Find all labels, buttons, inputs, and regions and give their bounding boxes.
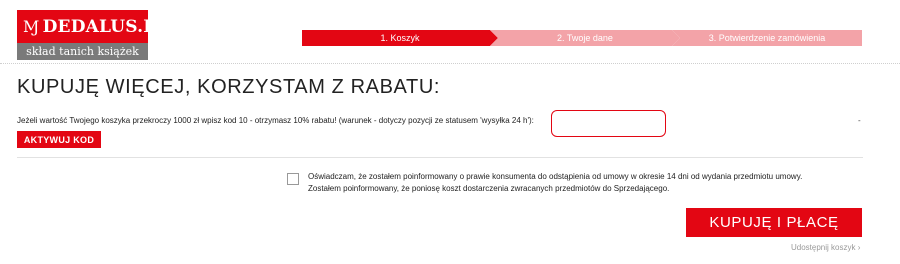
logo-brand-bar: Ɱ DEDALUS.PL [17,10,168,43]
share-cart-link[interactable]: Udostępnij koszyk › [791,243,860,252]
step-your-data: 2. Twoje dane [490,30,680,46]
logo-tagline: skład tanich książek [17,43,148,60]
consent-line-1: Oświadczam, że zostałem poinformowany o … [308,172,803,181]
checkout-steps: 1. Koszyk 2. Twoje dane 3. Potwierdzenie… [302,30,862,46]
site-logo[interactable]: Ɱ DEDALUS.PL skład tanich książek [17,10,168,60]
promo-code-input[interactable] [551,110,666,137]
buy-and-pay-button[interactable]: KUPUJĘ I PŁACĘ [686,208,862,237]
logo-brand-text: DEDALUS.PL [42,16,169,37]
section-divider [17,157,863,158]
activate-code-button[interactable]: AKTYWUJ KOD [17,131,101,148]
consent-line-2: Zostałem poinformowany, że poniosę koszt… [308,184,670,193]
consent-text: Oświadczam, że zostałem poinformowany o … [308,171,868,195]
step-order-confirmation: 3. Potwierdzenie zamówienia [672,30,862,46]
page-title: KUPUJĘ WIĘCEJ, KORZYSTAM Z RABATU: [17,76,441,98]
logo-swirl-icon: Ɱ [23,17,40,36]
header-divider [0,63,900,64]
discount-value: - [858,116,861,125]
step-cart: 1. Koszyk [302,30,498,46]
promo-description: Jeżeli wartość Twojego koszyka przekrocz… [17,116,534,125]
consent-checkbox[interactable] [287,173,299,185]
